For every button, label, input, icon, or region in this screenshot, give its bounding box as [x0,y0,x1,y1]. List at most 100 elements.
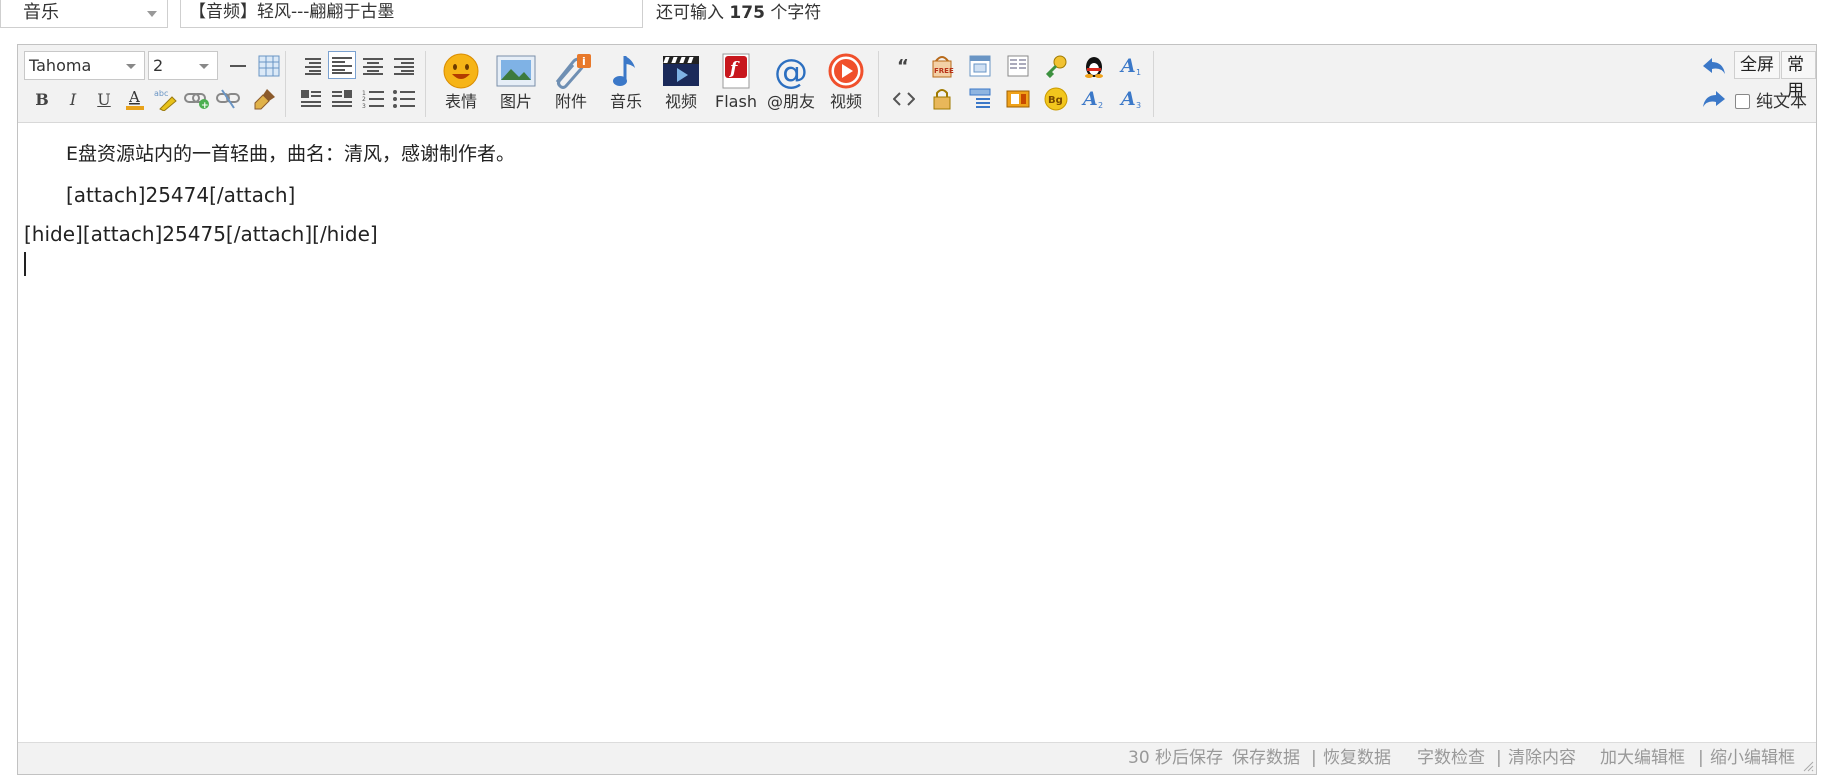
underline-button[interactable]: U [90,85,118,113]
toolbar-separator [1153,51,1154,117]
shrink-editor-link[interactable]: 缩小编辑框 [1710,743,1795,773]
code-button[interactable] [890,85,918,113]
password-key-button[interactable] [1042,52,1070,80]
music-button[interactable]: 音乐 [599,51,653,117]
superscript-button[interactable]: A2 [1080,85,1108,113]
align-indent-button[interactable] [297,52,325,80]
page-break-icon [1006,90,1030,108]
mention-friend-button[interactable]: @ @朋友 [764,51,818,117]
code-window-button[interactable] [966,52,994,80]
align-center-button[interactable] [359,52,387,80]
italic-button[interactable]: I [59,85,87,113]
ordered-list-button[interactable]: 123 [359,85,387,113]
hide-content-button[interactable] [928,85,956,113]
undo-button[interactable] [1700,52,1728,80]
float-right-icon [332,90,352,107]
horizontal-rule-button[interactable] [224,52,252,80]
svg-text:3: 3 [1136,101,1141,110]
qq-penguin-icon [1085,57,1103,78]
insert-link-button[interactable]: + [183,85,211,113]
footer-separator: | [1311,748,1317,768]
plain-text-label: 纯文本 [1756,92,1807,112]
align-left-icon [332,57,352,74]
save-data-link[interactable]: 保存数据 [1232,743,1300,773]
align-right-button[interactable] [390,52,418,80]
free-button[interactable]: FREE [928,52,956,80]
svg-text:Bg: Bg [1048,95,1063,106]
fullscreen-button[interactable]: 全屏 [1734,51,1780,79]
svg-text:FREE: FREE [934,67,954,75]
enlarge-editor-link[interactable]: 加大编辑框 [1600,743,1685,773]
editor-toolbar: Tahoma 2 B I U A abc + 1 2 3 表情 图片 i 附件 … [18,45,1816,123]
mention-friend-label: @朋友 [766,92,815,111]
video-play-label: 视频 [829,92,862,111]
float-right-button[interactable] [328,85,356,113]
image-button[interactable]: 图片 [489,51,543,117]
video-label: 视频 [664,92,697,111]
font-style-3-button[interactable]: A3 [1118,85,1146,113]
font-color-button[interactable]: A [121,85,149,113]
attachment-button[interactable]: i 附件 [544,51,598,117]
font-size-select[interactable]: 2 [148,51,218,80]
ordered-list-icon: 123 [362,90,384,109]
spacing-icon [969,88,991,108]
flash-icon: f [722,53,750,89]
page-break-button[interactable] [1004,85,1032,113]
svg-text:A: A [1119,88,1136,110]
emoji-button[interactable]: 表情 [434,51,488,117]
svg-text:+: + [201,101,209,110]
key-icon [1045,55,1067,78]
font-style-icon: A2 [1081,88,1103,110]
qq-button[interactable] [1080,52,1108,80]
lock-icon [933,89,951,110]
restore-data-link[interactable]: 恢复数据 [1323,743,1391,773]
background-color-button[interactable]: Bg [1042,85,1070,113]
bold-button[interactable]: B [28,85,56,113]
svg-text:A: A [1081,88,1098,110]
chevron-down-icon [126,64,136,69]
attachment-icon: i [555,54,591,89]
word-check-link[interactable]: 字数检查 [1417,743,1485,773]
paragraph-spacing-button[interactable] [966,85,994,113]
unlink-button[interactable] [214,85,242,113]
title-value: 【音频】轻风---翩翩于古墨 [189,2,395,22]
toolbar-separator [878,51,879,117]
flash-label: Flash [715,92,757,111]
bold-icon: B [35,89,49,109]
video-button[interactable]: 视频 [654,51,708,117]
plain-text-checkbox[interactable] [1735,94,1750,109]
editor-content-area[interactable]: E盘资源站内的一首轻曲，曲名：清风，感谢制作者。 [attach]25474[/… [18,124,1816,744]
video-clapper-icon [663,56,699,86]
video-play-button[interactable]: 视频 [819,51,873,117]
font-family-select[interactable]: Tahoma [24,51,145,80]
align-left-button[interactable] [328,51,356,79]
redo-button[interactable] [1700,85,1728,113]
columns-icon [1007,55,1029,77]
quote-button[interactable]: “ [890,52,918,80]
unordered-list-icon [393,90,415,108]
title-input[interactable]: 【音频】轻风---翩翩于古墨 [180,0,643,28]
plain-text-toggle[interactable]: 纯文本 [1735,91,1807,113]
clear-content-link[interactable]: 清除内容 [1508,743,1576,773]
table-icon [258,55,280,77]
category-select[interactable]: 音乐 [0,0,168,28]
clear-format-button[interactable] [251,85,279,113]
quote-icon: “ [897,57,909,75]
text-cursor [24,252,26,276]
svg-text:A: A [1119,55,1136,77]
subscript-button[interactable]: A1 [1118,52,1146,80]
svg-text:2: 2 [1098,101,1103,110]
toolbar-separator [285,51,286,117]
image-label: 图片 [499,92,532,111]
highlight-button[interactable]: abc [152,85,180,113]
remaining-count: 175 [729,3,765,23]
columns-button[interactable] [1004,52,1032,80]
play-circle-icon [828,53,864,89]
flash-button[interactable]: f Flash [709,51,763,117]
resize-grip-icon[interactable] [1802,760,1814,772]
float-left-button[interactable] [297,85,325,113]
table-button[interactable] [255,52,283,80]
common-mode-button[interactable]: 常用 [1781,51,1816,101]
svg-text:1: 1 [1136,68,1141,77]
unordered-list-button[interactable] [390,85,418,113]
